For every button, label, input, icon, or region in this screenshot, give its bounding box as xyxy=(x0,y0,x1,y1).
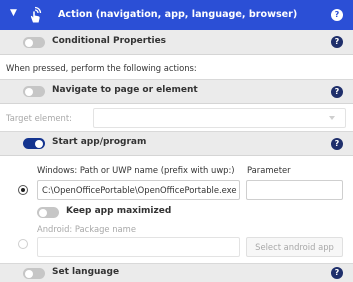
conditional-properties-label: Conditional Properties xyxy=(52,36,167,46)
set-language-toggle[interactable] xyxy=(23,268,45,279)
target-element-label: Target element: xyxy=(6,113,72,123)
target-element-row: Target element: xyxy=(0,104,353,132)
start-app-row: Start app/program ? xyxy=(0,132,353,156)
help-icon[interactable]: ? xyxy=(331,138,343,150)
android-radio[interactable] xyxy=(18,239,28,249)
windows-path-label: Windows: Path or UWP name (prefix with u… xyxy=(37,165,235,175)
start-app-label: Start app/program xyxy=(52,137,147,147)
pressed-info-row: When pressed, perform the following acti… xyxy=(0,55,353,80)
keep-maximized-label: Keep app maximized xyxy=(66,206,172,216)
parameter-input[interactable] xyxy=(246,180,343,200)
help-icon[interactable]: ? xyxy=(331,36,343,48)
action-section-header[interactable]: ▼ Action (navigation, app, language, bro… xyxy=(0,0,353,30)
section-title: Action (navigation, app, language, brows… xyxy=(58,9,298,20)
navigate-row: Navigate to page or element ? xyxy=(0,80,353,104)
set-language-label: Set language xyxy=(52,267,120,277)
keep-maximized-toggle[interactable] xyxy=(37,207,59,218)
help-icon[interactable]: ? xyxy=(331,9,343,21)
parameter-label: Parameter xyxy=(247,165,291,175)
android-package-input[interactable] xyxy=(37,237,240,257)
collapse-caret-icon[interactable]: ▼ xyxy=(10,8,17,18)
navigate-toggle[interactable] xyxy=(23,86,45,97)
conditional-properties-toggle[interactable] xyxy=(23,37,45,48)
touch-hand-icon xyxy=(30,6,42,23)
select-android-app-button[interactable]: Select android app xyxy=(246,237,343,257)
conditional-properties-row: Conditional Properties ? xyxy=(0,30,353,55)
windows-radio[interactable] xyxy=(18,185,28,195)
start-app-details: Windows: Path or UWP name (prefix with u… xyxy=(0,156,353,264)
help-icon[interactable]: ? xyxy=(331,267,343,279)
pressed-info-text: When pressed, perform the following acti… xyxy=(6,63,197,73)
navigate-label: Navigate to page or element xyxy=(52,85,198,95)
android-package-label: Android: Package name xyxy=(37,224,136,234)
target-element-dropdown[interactable] xyxy=(93,108,346,128)
windows-path-input[interactable]: C:\OpenOfficePortable\OpenOfficePortable… xyxy=(37,180,240,200)
start-app-toggle[interactable] xyxy=(23,138,45,149)
set-language-row: Set language ? xyxy=(0,264,353,282)
chevron-down-icon xyxy=(329,116,335,120)
help-icon[interactable]: ? xyxy=(331,86,343,98)
